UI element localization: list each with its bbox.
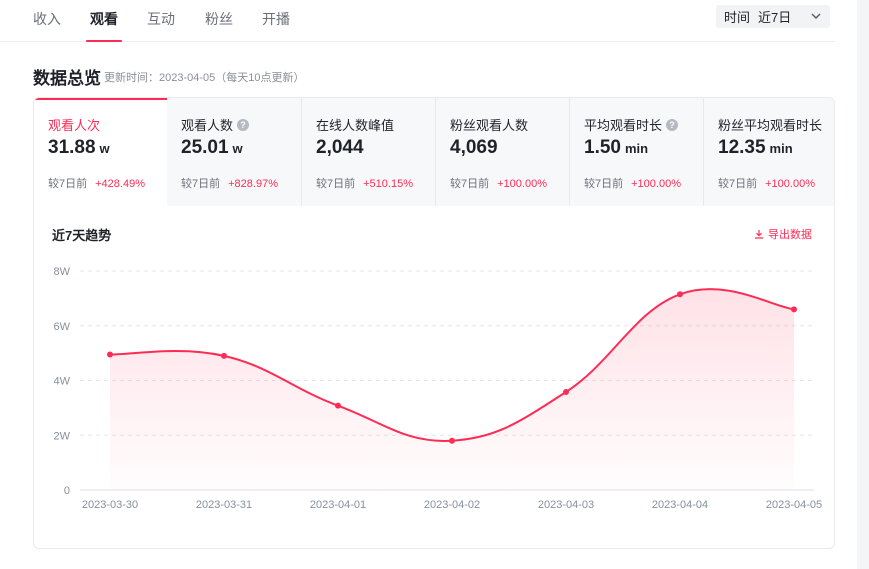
data-point (221, 352, 227, 359)
y-tick-label: 0 (64, 485, 70, 497)
x-tick-label: 2023-04-03 (538, 499, 594, 511)
overview-title: 数据总览 (33, 69, 101, 88)
data-point (791, 306, 797, 313)
top-tab-bar: 收入 观看 互动 粉丝 开播 (0, 0, 835, 42)
page-gutter (857, 0, 869, 569)
series-area (110, 289, 794, 490)
data-point (107, 351, 113, 358)
tab-income[interactable]: 收入 (33, 9, 61, 42)
tab-watch[interactable]: 观看 (86, 9, 122, 42)
tab-interaction[interactable]: 互动 (147, 9, 175, 42)
data-point (449, 437, 455, 444)
overview-update-time: 更新时间：2023-04-05（每天10点更新） (104, 72, 305, 84)
x-tick-label: 2023-03-30 (82, 499, 138, 511)
y-tick-label: 8W (54, 266, 71, 278)
y-tick-label: 4W (54, 376, 71, 388)
chevron-down-icon (811, 13, 821, 19)
data-point (563, 388, 569, 395)
overview-card: 观看人次 31.88 w 较7日前 +428.49% 观看人数? 25.01 w 较7… (33, 97, 835, 549)
time-select-label: 时间 (724, 10, 751, 25)
main-panel: 收入 观看 互动 粉丝 开播 时间 近7日 数据总览 更新时间：2023-04-… (0, 0, 857, 569)
tab-live-start[interactable]: 开播 (262, 9, 290, 42)
x-tick-label: 2023-04-04 (652, 499, 708, 511)
x-tick-label: 2023-04-05 (766, 499, 822, 511)
data-point (335, 402, 341, 409)
time-select-value: 近7日 (758, 10, 792, 25)
data-point (677, 291, 683, 298)
trend-chart: 0 2W 4W 6W 8W 2023-03-30 2023-03-31 2023-04-01 2… (54, 266, 823, 511)
y-tick-label: 2W (54, 430, 71, 442)
tab-fans[interactable]: 粉丝 (205, 9, 233, 42)
x-tick-label: 2023-04-01 (310, 499, 366, 511)
y-tick-label: 6W (54, 321, 71, 333)
x-tick-label: 2023-04-02 (424, 499, 480, 511)
x-tick-label: 2023-03-31 (196, 499, 252, 511)
time-range-select[interactable]: 时间 近7日 (716, 5, 830, 28)
